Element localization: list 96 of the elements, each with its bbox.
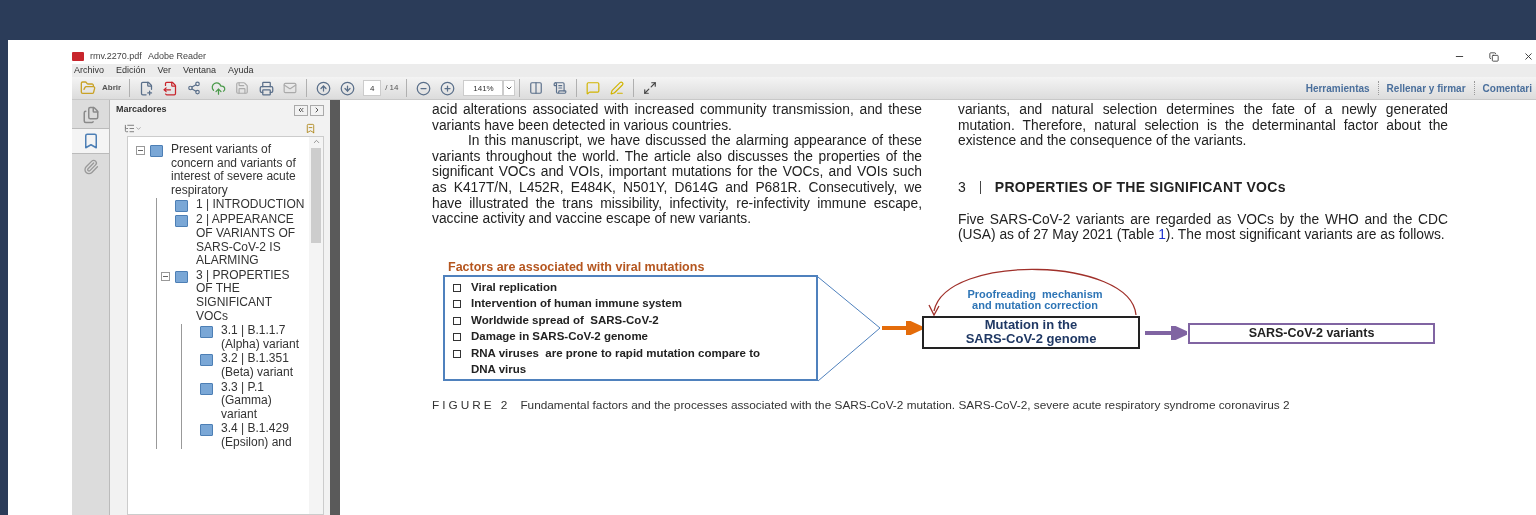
body-paragraph: variants, and natural selection determines the fate of a newly generated mutation. Therefore, natural selection is the determinantal factor about the existence and the consequence of the variants. (958, 102, 1448, 149)
page-field[interactable]: 4 (363, 80, 382, 96)
cloud-upload-icon (210, 80, 226, 96)
file-export-icon (162, 80, 178, 96)
body-paragraph: acid alterations associated with increased community transmission, and these variants have been detected in various countries. (432, 102, 922, 134)
menu-item[interactable]: Ventana (183, 65, 217, 76)
zoom-field[interactable]: 141% (463, 80, 504, 96)
body-paragraph: In this manuscript, we have discussed the alarming appearance of these variants throughout the world. The article also discusses the properties of the significant VOCs and VOIs, important mutations for the VOCs, and VOIs such as K417T/N, L452R, E484K, N501Y, D614G and P681R. Consecutively, we have illustrated the trans missibility, infectivity, re-infectivity immune escape, vaccine activity and vaccine escape of new variants. (432, 133, 922, 227)
side-tab[interactable] (72, 128, 109, 154)
expand-toggle[interactable] (160, 271, 170, 281)
bookmark-item[interactable]: 3 | PROPERTIES OF THE SIGNIFICANT VOCs (192, 268, 307, 324)
expand-toggle[interactable] (135, 146, 145, 155)
scroll-icon (553, 81, 568, 95)
delete-bookmark-button[interactable] (305, 122, 316, 134)
bookmark-icon (175, 200, 188, 213)
bookmark-icon (175, 215, 188, 228)
checkbox-icon (453, 333, 461, 342)
bookmark-icon (200, 326, 213, 339)
factor-item: Damage in SARS-CoV-2 genome (471, 329, 649, 345)
bookmark-icon (200, 382, 213, 395)
menu-item[interactable]: Ayuda (228, 65, 254, 76)
save-icon (235, 81, 250, 95)
app-icon (72, 51, 84, 61)
zoom-out-icon (415, 80, 431, 96)
panel-link[interactable]: Rellenar y firmar (1386, 80, 1466, 96)
section-heading: PROPERTIES OF THE SIGNIFICANT VOCs (994, 177, 1286, 197)
collapse-panel-button[interactable] (294, 104, 308, 116)
factor-item: Worldwide spread of SARS-CoV-2 (471, 312, 660, 328)
bookmark-icon (150, 145, 163, 157)
figure-heading: Factors are associated with viral mutations (448, 260, 705, 274)
restore-icon (1489, 51, 1499, 62)
section-number: 3 (958, 177, 966, 197)
process-arrow (882, 320, 922, 335)
close-button[interactable] (1523, 51, 1534, 62)
paperclip-icon (82, 159, 99, 175)
zoom-in-icon (439, 80, 455, 96)
pen-icon (610, 81, 625, 95)
expand-icon (643, 81, 658, 95)
variants-box: SARS-CoV-2 variants (1188, 322, 1435, 344)
expand-panel-button[interactable] (310, 104, 324, 116)
checkbox-icon (453, 349, 461, 358)
checkbox-icon (453, 283, 461, 292)
bookmark-item[interactable]: 3.1 | B.1.1.7 (Alpha) variant (217, 324, 307, 352)
bookmark-item[interactable]: Present variants of concern and variants of interest of severe acute respiratory (167, 143, 307, 198)
bookmark-item[interactable]: 3.4 | B.1.429 (Epsilon) and (217, 422, 307, 450)
figure-label: FIGURE 2 (432, 397, 511, 412)
printer-icon (258, 80, 274, 96)
app-name: Adobe Reader (147, 49, 206, 63)
bookmark-icon (200, 354, 213, 367)
file-plus-icon (138, 80, 154, 96)
panel-link[interactable]: Herramientas (1305, 80, 1370, 96)
bookmark-item[interactable]: 2 | APPEARANCE OF VARIANTS OF SARS-CoV-2 IS ALARMING (192, 213, 307, 268)
pages-icon (81, 106, 100, 124)
arrow-up-icon (315, 80, 331, 96)
bookmark-item[interactable]: 1 | INTRODUCTION (192, 198, 305, 212)
options-button[interactable] (124, 122, 142, 134)
proofreading-label: Proofreading mechanism and mutation correction (966, 288, 1104, 312)
columns-icon (529, 81, 544, 95)
bookmark-icon (200, 424, 213, 437)
factor-item: RNA viruses are prone to rapid mutation compare to DNA virus (471, 345, 762, 378)
scrollbar[interactable] (309, 137, 323, 514)
bookmark-icon (175, 270, 188, 283)
close-icon (1523, 51, 1534, 62)
bookmark-item[interactable]: 3.3 | P.1 (Gamma) variant (217, 380, 307, 422)
speech-bubble-icon (586, 81, 601, 95)
panel-link[interactable]: Comentari (1482, 80, 1532, 96)
factor-item: Viral replication (471, 279, 559, 295)
open-button[interactable]: Abrir (76, 78, 126, 98)
menu-item[interactable]: Edición (116, 65, 146, 76)
list-icon (124, 122, 135, 134)
table-link[interactable]: 1 (1158, 227, 1166, 243)
panel-title: Marcadores (116, 103, 167, 117)
scroll-thumb[interactable] (311, 148, 321, 243)
menu-item[interactable]: Ver (157, 65, 172, 76)
chevron-up-icon (311, 137, 321, 146)
chevron-icon (313, 106, 321, 114)
menu-item[interactable]: Archivo (74, 65, 104, 76)
page-count: / 14 (385, 82, 399, 94)
mutation-box: Mutation in the SARS-CoV-2 genome (922, 315, 1140, 349)
figure-caption: Fundamental factors and the processes associated with the SARS-CoV-2 mutation. SARS-CoV-2, severe acute respiratory syndrome coronavirus 2 (520, 397, 1290, 412)
share-icon (187, 81, 202, 95)
checkbox-icon (453, 300, 461, 309)
body-paragraph: Five SARS-CoV-2 variants are regarded as VOCs by the WHO and the CDC (USA) as of 27 May 2021 (Table 1). The most significant variants are as follows. (958, 211, 1448, 243)
bookmark-item[interactable]: 3.2 | B.1.351 (Beta) variant (217, 352, 307, 380)
restore-button[interactable] (1489, 51, 1499, 62)
result-arrow (1145, 325, 1187, 340)
double-chevron-icon (297, 106, 305, 114)
caret-icon (135, 124, 142, 132)
bookmark-minus-icon (305, 122, 316, 134)
envelope-icon (283, 81, 298, 95)
checkbox-icon (453, 316, 461, 325)
folder-icon (80, 80, 96, 96)
window-title: rmv.2270.pdf (90, 49, 142, 63)
factor-item: Intervention of human immune system (471, 296, 683, 312)
arrow-down-icon (339, 80, 355, 96)
caret-icon (505, 84, 514, 92)
